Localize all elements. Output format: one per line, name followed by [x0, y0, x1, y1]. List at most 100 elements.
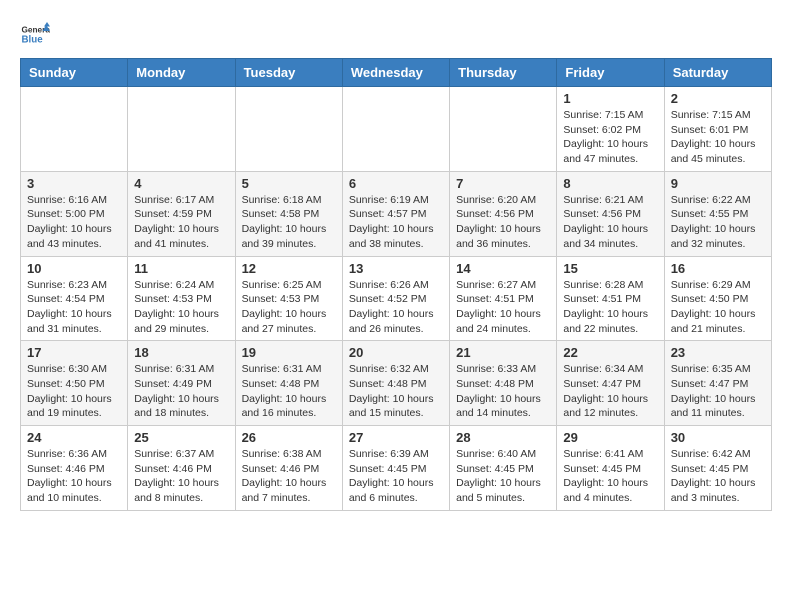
calendar-cell: 25Sunrise: 6:37 AM Sunset: 4:46 PM Dayli… [128, 426, 235, 511]
logo-icon: General Blue [20, 20, 50, 48]
day-number: 28 [456, 430, 550, 445]
day-info: Sunrise: 6:31 AM Sunset: 4:48 PM Dayligh… [242, 362, 336, 421]
day-info: Sunrise: 6:30 AM Sunset: 4:50 PM Dayligh… [27, 362, 121, 421]
day-number: 24 [27, 430, 121, 445]
calendar-table: SundayMondayTuesdayWednesdayThursdayFrid… [20, 58, 772, 511]
day-number: 1 [563, 91, 657, 106]
day-info: Sunrise: 6:22 AM Sunset: 4:55 PM Dayligh… [671, 193, 765, 252]
day-number: 13 [349, 261, 443, 276]
day-number: 3 [27, 176, 121, 191]
calendar-cell: 13 Sunrise: 6:26 AM Sunset: 4:52 PM Dayli… [342, 256, 449, 341]
day-number: 26 [242, 430, 336, 445]
day-number: 30 [671, 430, 765, 445]
calendar-cell [235, 87, 342, 172]
day-info: Sunrise: 7:15 AM Sunset: 6:02 PM Dayligh… [563, 108, 657, 167]
logo: General Blue [20, 20, 50, 48]
day-number: 20 [349, 345, 443, 360]
calendar-cell: 11 Sunrise: 6:24 AM Sunset: 4:53 PM Dayli… [128, 256, 235, 341]
calendar-week-row: 1 Sunrise: 7:15 AM Sunset: 6:02 PM Daylig… [21, 87, 772, 172]
day-info: Sunrise: 6:17 AM Sunset: 4:59 PM Dayligh… [134, 193, 228, 252]
calendar-week-row: 3 Sunrise: 6:16 AM Sunset: 5:00 PM Daylig… [21, 171, 772, 256]
calendar-cell [21, 87, 128, 172]
calendar-header-row: SundayMondayTuesdayWednesdayThursdayFrid… [21, 59, 772, 87]
day-number: 11 [134, 261, 228, 276]
day-info: Sunrise: 7:15 AM Sunset: 6:01 PM Dayligh… [671, 108, 765, 167]
calendar-cell: 4 Sunrise: 6:17 AM Sunset: 4:59 PM Daylig… [128, 171, 235, 256]
day-info: Sunrise: 6:36 AM Sunset: 4:46 PM Dayligh… [27, 447, 121, 506]
day-info: Sunrise: 6:26 AM Sunset: 4:52 PM Dayligh… [349, 278, 443, 337]
day-info: Sunrise: 6:41 AM Sunset: 4:45 PM Dayligh… [563, 447, 657, 506]
day-number: 4 [134, 176, 228, 191]
day-number: 17 [27, 345, 121, 360]
day-info: Sunrise: 6:29 AM Sunset: 4:50 PM Dayligh… [671, 278, 765, 337]
calendar-week-row: 10Sunrise: 6:23 AM Sunset: 4:54 PM Dayli… [21, 256, 772, 341]
svg-text:Blue: Blue [22, 34, 44, 45]
day-info: Sunrise: 6:25 AM Sunset: 4:53 PM Dayligh… [242, 278, 336, 337]
calendar-cell: 12 Sunrise: 6:25 AM Sunset: 4:53 PM Dayli… [235, 256, 342, 341]
weekday-header: Saturday [664, 59, 771, 87]
day-info: Sunrise: 6:20 AM Sunset: 4:56 PM Dayligh… [456, 193, 550, 252]
day-number: 6 [349, 176, 443, 191]
calendar-cell: 23 Sunrise: 6:35 AM Sunset: 4:47 PM Dayli… [664, 341, 771, 426]
calendar-cell: 15 Sunrise: 6:28 AM Sunset: 4:51 PM Dayli… [557, 256, 664, 341]
day-number: 27 [349, 430, 443, 445]
calendar-cell [128, 87, 235, 172]
day-number: 8 [563, 176, 657, 191]
day-number: 7 [456, 176, 550, 191]
calendar-cell: 30 Sunrise: 6:42 AM Sunset: 4:45 PM Dayli… [664, 426, 771, 511]
day-number: 16 [671, 261, 765, 276]
day-number: 21 [456, 345, 550, 360]
day-info: Sunrise: 6:34 AM Sunset: 4:47 PM Dayligh… [563, 362, 657, 421]
weekday-header: Thursday [450, 59, 557, 87]
day-number: 18 [134, 345, 228, 360]
day-number: 15 [563, 261, 657, 276]
weekday-header: Sunday [21, 59, 128, 87]
day-info: Sunrise: 6:24 AM Sunset: 4:53 PM Dayligh… [134, 278, 228, 337]
calendar-cell: 5Sunrise: 6:18 AM Sunset: 4:58 PM Daylig… [235, 171, 342, 256]
day-number: 29 [563, 430, 657, 445]
calendar-cell: 14 Sunrise: 6:27 AM Sunset: 4:51 PM Dayli… [450, 256, 557, 341]
day-info: Sunrise: 6:39 AM Sunset: 4:45 PM Dayligh… [349, 447, 443, 506]
day-info: Sunrise: 6:19 AM Sunset: 4:57 PM Dayligh… [349, 193, 443, 252]
calendar-cell: 16 Sunrise: 6:29 AM Sunset: 4:50 PM Dayli… [664, 256, 771, 341]
weekday-header: Tuesday [235, 59, 342, 87]
day-number: 25 [134, 430, 228, 445]
calendar-cell: 8Sunrise: 6:21 AM Sunset: 4:56 PM Daylig… [557, 171, 664, 256]
calendar-cell: 21 Sunrise: 6:33 AM Sunset: 4:48 PM Dayli… [450, 341, 557, 426]
day-info: Sunrise: 6:33 AM Sunset: 4:48 PM Dayligh… [456, 362, 550, 421]
calendar-cell: 9 Sunrise: 6:22 AM Sunset: 4:55 PM Daylig… [664, 171, 771, 256]
calendar-cell [450, 87, 557, 172]
day-info: Sunrise: 6:40 AM Sunset: 4:45 PM Dayligh… [456, 447, 550, 506]
day-info: Sunrise: 6:28 AM Sunset: 4:51 PM Dayligh… [563, 278, 657, 337]
calendar-cell: 17 Sunrise: 6:30 AM Sunset: 4:50 PM Dayli… [21, 341, 128, 426]
page-header: General Blue [20, 20, 772, 48]
day-info: Sunrise: 6:27 AM Sunset: 4:51 PM Dayligh… [456, 278, 550, 337]
day-number: 9 [671, 176, 765, 191]
calendar-week-row: 24 Sunrise: 6:36 AM Sunset: 4:46 PM Dayli… [21, 426, 772, 511]
calendar-cell: 1 Sunrise: 7:15 AM Sunset: 6:02 PM Daylig… [557, 87, 664, 172]
calendar-week-row: 17 Sunrise: 6:30 AM Sunset: 4:50 PM Dayli… [21, 341, 772, 426]
day-info: Sunrise: 6:18 AM Sunset: 4:58 PM Dayligh… [242, 193, 336, 252]
day-info: Sunrise: 6:31 AM Sunset: 4:49 PM Dayligh… [134, 362, 228, 421]
calendar-cell: 22 Sunrise: 6:34 AM Sunset: 4:47 PM Dayli… [557, 341, 664, 426]
calendar-cell: 19 Sunrise: 6:31 AM Sunset: 4:48 PM Dayli… [235, 341, 342, 426]
day-number: 19 [242, 345, 336, 360]
day-info: Sunrise: 6:23 AM Sunset: 4:54 PM Dayligh… [27, 278, 121, 337]
day-info: Sunrise: 6:38 AM Sunset: 4:46 PM Dayligh… [242, 447, 336, 506]
day-number: 14 [456, 261, 550, 276]
calendar-cell: 10Sunrise: 6:23 AM Sunset: 4:54 PM Dayli… [21, 256, 128, 341]
calendar-cell: 7 Sunrise: 6:20 AM Sunset: 4:56 PM Daylig… [450, 171, 557, 256]
weekday-header: Friday [557, 59, 664, 87]
day-info: Sunrise: 6:16 AM Sunset: 5:00 PM Dayligh… [27, 193, 121, 252]
weekday-header: Wednesday [342, 59, 449, 87]
day-number: 23 [671, 345, 765, 360]
calendar-cell: 20Sunrise: 6:32 AM Sunset: 4:48 PM Dayli… [342, 341, 449, 426]
day-info: Sunrise: 6:42 AM Sunset: 4:45 PM Dayligh… [671, 447, 765, 506]
day-info: Sunrise: 6:35 AM Sunset: 4:47 PM Dayligh… [671, 362, 765, 421]
day-number: 22 [563, 345, 657, 360]
calendar-cell: 6 Sunrise: 6:19 AM Sunset: 4:57 PM Daylig… [342, 171, 449, 256]
day-number: 2 [671, 91, 765, 106]
calendar-cell: 3 Sunrise: 6:16 AM Sunset: 5:00 PM Daylig… [21, 171, 128, 256]
weekday-header: Monday [128, 59, 235, 87]
day-number: 12 [242, 261, 336, 276]
